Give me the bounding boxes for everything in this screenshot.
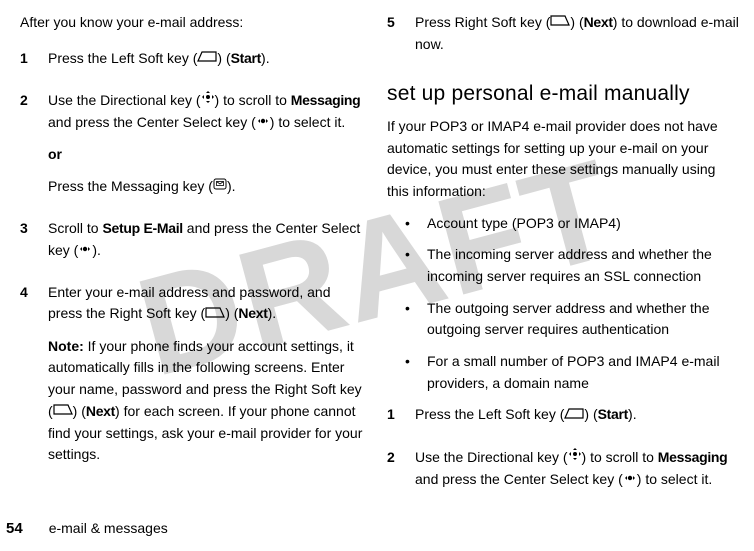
text: Use the Directional key ( xyxy=(415,449,568,465)
bullet-text: For a small number of POP3 and IMAP4 e-m… xyxy=(427,351,740,394)
messaging-key-icon xyxy=(213,175,227,197)
left-softkey-icon xyxy=(564,404,584,426)
text: Enter your e-mail address and password, … xyxy=(48,284,330,322)
footer-text: e-mail & messages xyxy=(49,520,168,536)
bullet-item: • The outgoing server address and whethe… xyxy=(387,298,740,341)
text: ) to select it. xyxy=(637,471,712,487)
step-2: 2 Use the Directional key ( ) to scroll t… xyxy=(20,90,367,208)
text: and press the Center Select key ( xyxy=(48,114,256,130)
center-select-icon xyxy=(256,111,270,133)
right-softkey-icon xyxy=(53,400,73,422)
bullet-dot: • xyxy=(405,351,413,394)
text: Use the Directional key ( xyxy=(48,92,201,108)
bullet-dot: • xyxy=(405,213,413,235)
text: ). xyxy=(92,242,101,258)
section-heading: set up personal e-mail manually xyxy=(387,82,740,106)
text: Press Right Soft key ( xyxy=(415,14,550,30)
right-softkey-icon xyxy=(550,11,570,33)
messaging-label: Messaging xyxy=(658,449,728,465)
step-2b: 2 Use the Directional key ( ) to scroll t… xyxy=(387,447,740,501)
text: ). xyxy=(268,305,277,321)
center-select-icon xyxy=(78,239,92,261)
lead-text: After you know your e-mail address: xyxy=(20,12,367,34)
step-body: Press Right Soft key () (Next) to downlo… xyxy=(415,12,740,66)
page-content: After you know your e-mail address: 1 Pr… xyxy=(0,0,754,551)
left-softkey-icon xyxy=(197,47,217,69)
start-label: Start xyxy=(231,50,261,66)
text: ) ( xyxy=(584,406,597,422)
directional-key-icon xyxy=(568,446,582,468)
step-5: 5 Press Right Soft key () (Next) to down… xyxy=(387,12,740,66)
next-label: Next xyxy=(238,305,267,321)
text: and press the Center Select key ( xyxy=(415,471,623,487)
text: Press the Messaging key ( xyxy=(48,178,213,194)
step-number: 1 xyxy=(20,48,34,80)
text: ) to scroll to xyxy=(582,449,658,465)
start-label: Start xyxy=(598,406,628,422)
text: ) ( xyxy=(225,305,238,321)
bullet-dot: • xyxy=(405,298,413,341)
bullet-dot: • xyxy=(405,244,413,287)
step-number: 5 xyxy=(387,12,401,66)
step-body: Scroll to Setup E-Mail and press the Cen… xyxy=(48,218,367,272)
bullet-text: The outgoing server address and whether … xyxy=(427,298,740,341)
step-body: Press the Left Soft key ( ) (Start). xyxy=(415,404,740,436)
next-label: Next xyxy=(86,403,115,419)
messaging-label: Messaging xyxy=(291,92,361,108)
step-body: Use the Directional key () to scroll to … xyxy=(415,447,740,501)
bullet-item: • The incoming server address and whethe… xyxy=(387,244,740,287)
bullet-text: Account type (POP3 or IMAP4) xyxy=(427,213,621,235)
step-4: 4 Enter your e-mail address and password… xyxy=(20,282,367,476)
text: ) ( xyxy=(73,403,86,419)
note-label: Note: xyxy=(48,338,84,354)
step-1: 1 Press the Left Soft key ( ) (Start). xyxy=(20,48,367,80)
step-body: Enter your e-mail address and password, … xyxy=(48,282,367,476)
directional-key-icon xyxy=(201,89,215,111)
step-number: 4 xyxy=(20,282,34,476)
step-body: Use the Directional key () to scroll to … xyxy=(48,90,367,208)
intro-paragraph: If your POP3 or IMAP4 e-mail provider do… xyxy=(387,116,740,203)
setup-email-label: Setup E-Mail xyxy=(102,220,182,236)
text: ) to select it. xyxy=(270,114,345,130)
step-1b: 1 Press the Left Soft key ( ) (Start). xyxy=(387,404,740,436)
step-number: 3 xyxy=(20,218,34,272)
step-3: 3 Scroll to Setup E-Mail and press the C… xyxy=(20,218,367,272)
step-body: Press the Left Soft key ( ) (Start). xyxy=(48,48,367,80)
text: ) ( xyxy=(570,14,583,30)
text: Press the Left Soft key ( xyxy=(48,50,197,66)
step-number: 2 xyxy=(20,90,34,208)
bullet-text: The incoming server address and whether … xyxy=(427,244,740,287)
text: Press the Left Soft key ( xyxy=(415,406,564,422)
text: Scroll to xyxy=(48,220,102,236)
next-label: Next xyxy=(584,14,613,30)
center-select-icon xyxy=(623,468,637,490)
right-softkey-icon xyxy=(205,303,225,325)
step-number: 1 xyxy=(387,404,401,436)
page-footer: 54 e-mail & messages xyxy=(0,520,168,537)
text: ). xyxy=(628,406,637,422)
or-text: or xyxy=(48,144,367,166)
left-column: After you know your e-mail address: 1 Pr… xyxy=(6,12,377,541)
bullet-item: • For a small number of POP3 and IMAP4 e… xyxy=(387,351,740,394)
text: ). xyxy=(227,178,236,194)
right-column: 5 Press Right Soft key () (Next) to down… xyxy=(377,12,748,541)
text: ) to scroll to xyxy=(215,92,291,108)
step-number: 2 xyxy=(387,447,401,501)
text: ) ( xyxy=(217,50,230,66)
bullet-item: • Account type (POP3 or IMAP4) xyxy=(387,213,740,235)
text: ). xyxy=(261,50,270,66)
page-number: 54 xyxy=(6,520,23,537)
